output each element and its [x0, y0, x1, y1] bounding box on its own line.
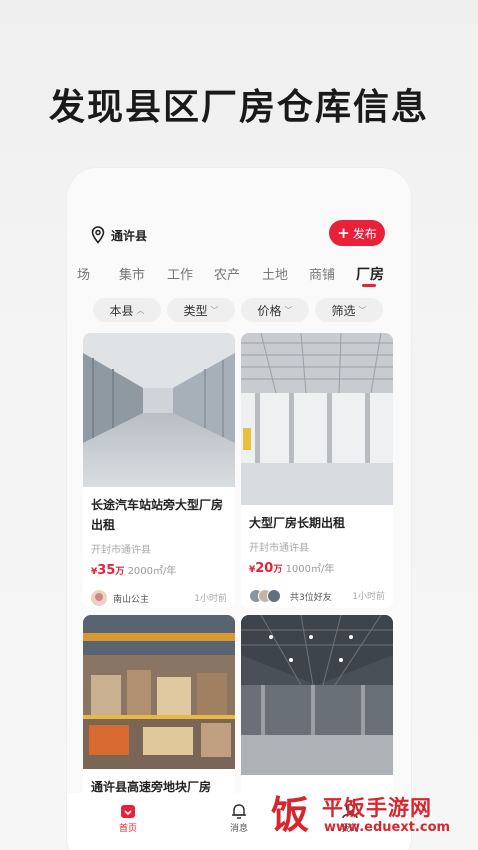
listing-area: 1000㎡/年 — [285, 564, 335, 575]
listing-card[interactable] — [241, 615, 393, 805]
listing-price: 35 — [97, 563, 116, 578]
listing-photo — [241, 615, 393, 775]
listing-meta: 南山公主 1小时前 — [83, 578, 235, 608]
filter-type[interactable]: 类型 ﹀ — [167, 298, 235, 322]
filter-bar: 本县 ︿ 类型 ﹀ 价格 ﹀ 筛选 ﹀ — [67, 298, 411, 324]
friend-avatars — [249, 589, 281, 603]
listing-price: 20 — [255, 561, 274, 576]
top-bar: 通许县 + 发布 — [67, 220, 411, 250]
tab-home[interactable]: 首页 — [103, 803, 153, 834]
tab-messages-label: 消息 — [229, 824, 248, 834]
page-headline: 发现县区厂房仓库信息 — [48, 87, 429, 128]
active-tab-indicator — [362, 284, 376, 287]
listing-user: 南山公主 — [113, 594, 150, 605]
filter-price-label: 价格 — [257, 303, 282, 318]
bell-icon — [232, 804, 246, 819]
listing-photo — [83, 615, 235, 769]
tab-category-5[interactable]: 商铺 — [309, 264, 335, 283]
tab-category-0[interactable]: 场 — [77, 264, 90, 283]
listing-price-row: ¥35万 2000㎡/年 — [83, 556, 235, 578]
price-unit: 万 — [273, 565, 283, 575]
listing-title: 长途汽车站站旁大型厂房出租 — [91, 498, 224, 532]
category-tabs: 场 集市 工作 农产 土地 商铺 厂房 — [67, 260, 411, 290]
location-selector[interactable]: 通许县 — [111, 227, 147, 244]
tab-category-active[interactable]: 厂房 — [356, 264, 384, 284]
listing-photo — [83, 333, 235, 487]
tab-category-2[interactable]: 工作 — [167, 264, 193, 283]
listing-card[interactable]: 大型厂房长期出租 开封市通许县 ¥20万 1000㎡/年 共3位好友 1小时前 — [241, 333, 393, 608]
listing-location: 开封市通许县 — [91, 545, 151, 556]
chevron-down-icon: ﹀ — [210, 305, 219, 315]
listing-location: 开封市通许县 — [249, 543, 309, 554]
filter-county-label: 本县 — [109, 303, 134, 318]
filter-type-label: 类型 — [183, 303, 208, 318]
svg-text:饭: 饭 — [271, 793, 309, 837]
listing-user: 共3位好友 — [290, 592, 332, 603]
listing-price-row: ¥20万 1000㎡/年 — [241, 554, 393, 576]
plus-icon: + — [337, 223, 350, 242]
site-watermark: 饭 平饭手游网 www.eduext.com — [262, 786, 472, 844]
phone-screen: 通许县 + 发布 场 集市 工作 农产 土地 商铺 厂房 本县 ︿ 类型 ﹀ 价格 ﹀… — [67, 168, 411, 850]
tab-messages[interactable]: 消息 — [214, 803, 264, 834]
listing-card[interactable]: 长途汽车站站旁大型厂房出租 开封市通许县 ¥35万 2000㎡/年 南山公主 1… — [83, 333, 235, 608]
price-unit: 万 — [115, 567, 125, 577]
listing-card[interactable]: 通许县高速旁地块厂房 — [83, 615, 235, 805]
filter-more-label: 筛选 — [331, 303, 356, 318]
tab-category-4[interactable]: 土地 — [262, 264, 288, 283]
watermark-name: 平饭手游网 — [322, 796, 432, 820]
filter-county[interactable]: 本县 ︿ — [93, 298, 161, 322]
listing-meta: 共3位好友 1小时前 — [241, 576, 393, 606]
tab-home-label: 首页 — [118, 824, 137, 834]
chevron-up-icon: ︿ — [136, 305, 145, 315]
publish-button[interactable]: + 发布 — [329, 220, 385, 246]
watermark-logo: 饭 — [263, 787, 317, 841]
listing-time: 1小时前 — [352, 592, 385, 602]
chevron-down-icon: ﹀ — [358, 305, 367, 315]
home-icon — [121, 805, 135, 818]
tab-category-1[interactable]: 集市 — [119, 264, 145, 283]
listing-photo — [241, 333, 393, 505]
location-pin-icon — [91, 226, 105, 244]
listing-title: 大型厂房长期出租 — [249, 516, 346, 530]
filter-more[interactable]: 筛选 ﹀ — [315, 298, 383, 322]
filter-price[interactable]: 价格 ﹀ — [241, 298, 309, 322]
watermark-url: www.eduext.com — [324, 820, 451, 835]
chevron-down-icon: ﹀ — [284, 305, 293, 315]
listing-area: 2000㎡/年 — [127, 566, 177, 577]
listing-time: 1小时前 — [194, 594, 227, 604]
publish-label: 发布 — [352, 226, 377, 241]
tab-category-3[interactable]: 农产 — [214, 264, 240, 283]
avatar — [91, 590, 107, 606]
